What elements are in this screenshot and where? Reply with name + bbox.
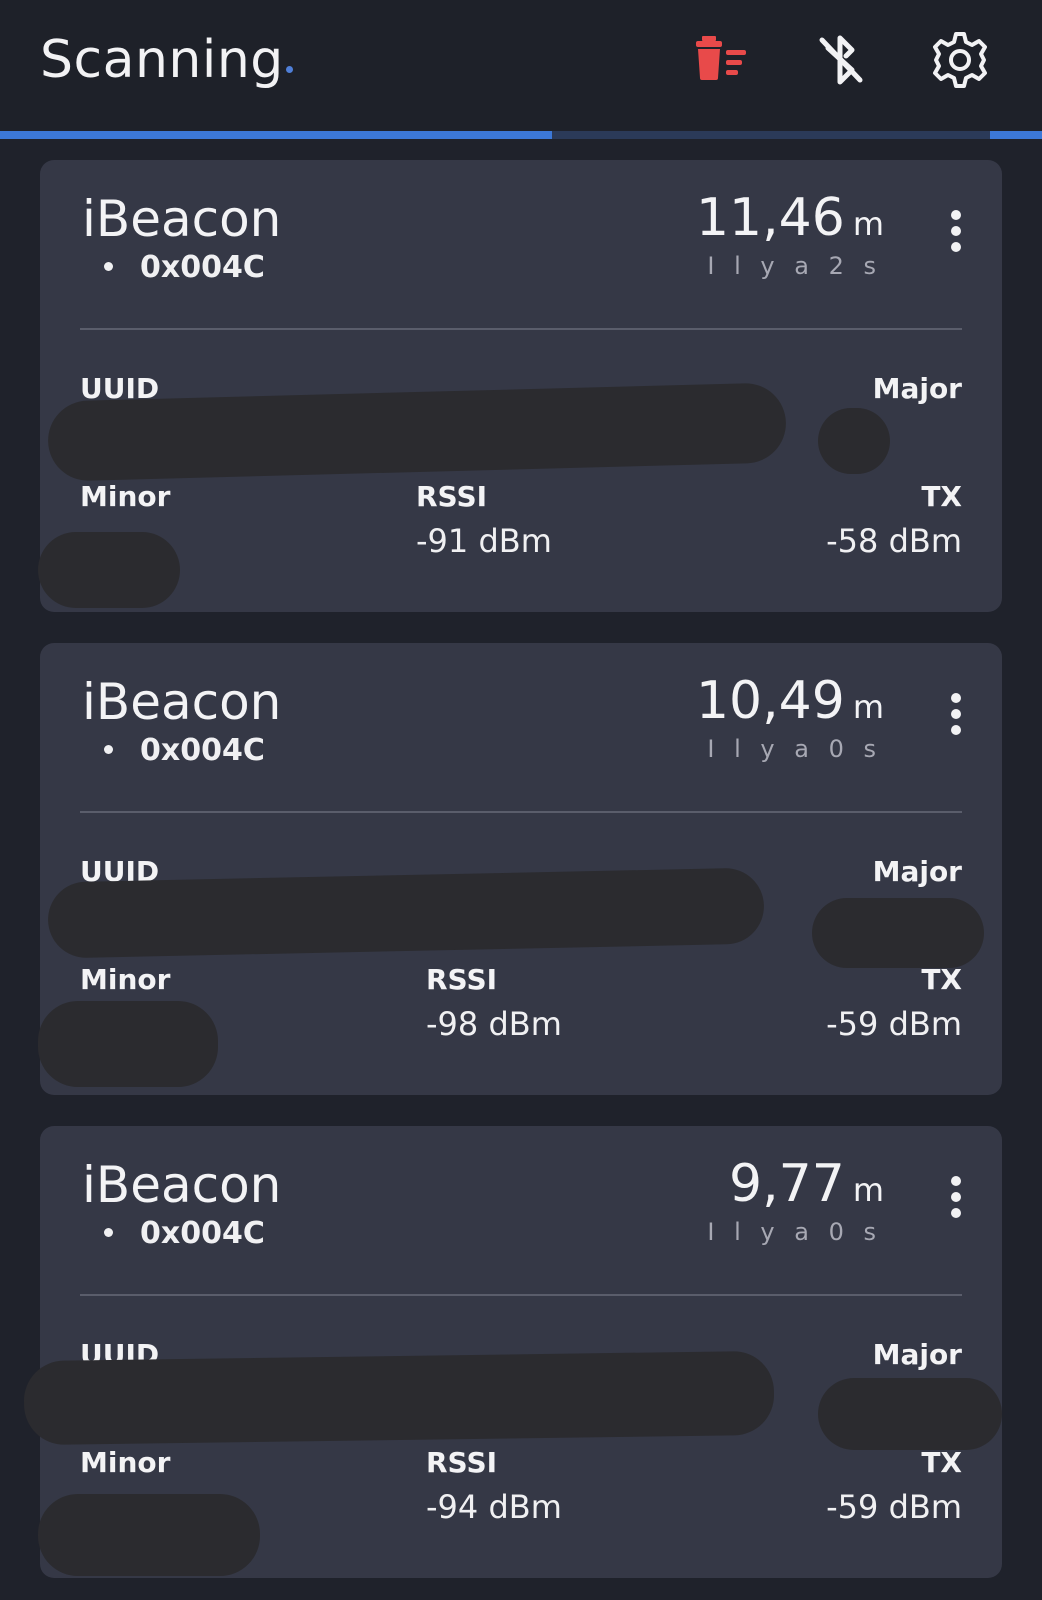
manufacturer-id: 0x004C [140, 1216, 265, 1251]
rssi-value: -98 dBm [426, 1005, 562, 1043]
divider [80, 328, 962, 330]
rssi-label: RSSI [416, 480, 488, 513]
beacon-type: iBeacon [82, 1156, 282, 1214]
distance-unit: m [852, 205, 884, 243]
tx-label: TX [921, 1446, 962, 1479]
manufacturer-id: 0x004C [140, 250, 265, 285]
distance-number: 11,46 [695, 188, 845, 248]
rssi-value: -94 dBm [426, 1488, 562, 1526]
clear-list-icon [696, 36, 746, 80]
major-label: Major [872, 855, 962, 888]
divider [80, 811, 962, 813]
scan-progress-fill [0, 131, 553, 139]
redaction-mark [38, 1494, 260, 1576]
beacon-type: iBeacon [82, 190, 282, 248]
redaction-mark [818, 408, 890, 474]
distance-value: 10,49 m [696, 671, 884, 731]
bullet-dot [104, 745, 113, 754]
distance-unit: m [852, 688, 884, 726]
major-label: Major [872, 372, 962, 405]
manufacturer-id: 0x004C [140, 733, 265, 768]
app-bar: Scanning [0, 0, 1042, 130]
redaction-mark [812, 898, 984, 968]
last-seen: I l y a 0 s [707, 735, 882, 763]
redaction-mark [38, 532, 180, 608]
redaction-mark [47, 867, 765, 959]
clear-list-button[interactable] [690, 28, 754, 92]
redaction-mark [38, 1001, 218, 1087]
scanning-indicator-dot [286, 66, 293, 73]
more-options-icon[interactable] [948, 210, 964, 258]
tx-value: -59 dBm [826, 1005, 962, 1043]
settings-icon [933, 32, 987, 88]
scan-progress-bar [0, 131, 1042, 139]
distance-unit: m [852, 1171, 884, 1209]
bluetooth-toggle-button[interactable] [808, 28, 872, 92]
more-options-icon[interactable] [948, 693, 964, 741]
last-seen: I l y a 2 s [707, 252, 882, 280]
distance-number: 9,77 [729, 1154, 845, 1214]
scan-progress-tail [990, 131, 1042, 139]
minor-label: Minor [80, 963, 171, 996]
minor-label: Minor [80, 1446, 171, 1479]
redaction-mark [23, 1350, 775, 1446]
bullet-dot [104, 1228, 113, 1237]
tx-label: TX [921, 480, 962, 513]
beacon-card[interactable]: iBeacon 0x004C 10,49 m I l y a 0 s UUID M… [38, 643, 1002, 1095]
tx-label: TX [921, 963, 962, 996]
distance-value: 11,46 m [696, 188, 884, 248]
distance-number: 10,49 [695, 671, 845, 731]
rssi-value: -91 dBm [416, 522, 552, 560]
last-seen: I l y a 0 s [707, 1218, 882, 1246]
divider [80, 1294, 962, 1296]
beacon-card[interactable]: iBeacon 0x004C 11,46 m I l y a 2 s UUID M… [38, 160, 1002, 612]
tx-value: -59 dBm [826, 1488, 962, 1526]
page-title: Scanning [40, 30, 284, 90]
redaction-mark [818, 1378, 1002, 1450]
beacon-type: iBeacon [82, 673, 282, 731]
distance-value: 9,77 m [729, 1154, 884, 1214]
settings-button[interactable] [928, 28, 992, 92]
bullet-dot [104, 262, 113, 271]
more-options-icon[interactable] [948, 1176, 964, 1224]
bluetooth-off-icon [819, 35, 863, 85]
tx-value: -58 dBm [826, 522, 962, 560]
rssi-label: RSSI [426, 963, 498, 996]
beacon-card[interactable]: iBeacon 0x004C 9,77 m I l y a 0 s UUID Ma… [23, 1126, 1002, 1578]
major-label: Major [872, 1338, 962, 1371]
minor-label: Minor [80, 480, 171, 513]
rssi-label: RSSI [426, 1446, 498, 1479]
